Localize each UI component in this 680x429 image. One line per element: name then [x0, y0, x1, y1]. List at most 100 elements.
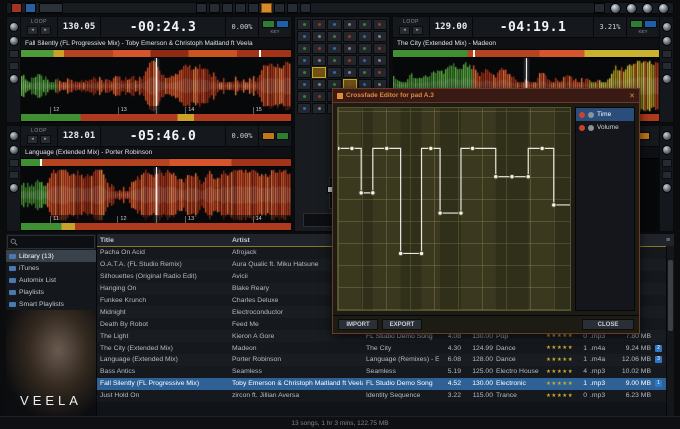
mixer-pad[interactable] [312, 55, 326, 66]
video-view-icon[interactable] [209, 3, 220, 13]
mixer-pad[interactable] [373, 31, 387, 42]
fx-button[interactable] [9, 62, 19, 70]
sidebar-item[interactable]: Playlists [6, 286, 96, 298]
deck-a-waveform[interactable]: 12131415 [21, 58, 291, 114]
loop-half-button[interactable]: ◂ [399, 26, 410, 35]
mixer-pad[interactable] [358, 19, 372, 30]
tempo-button[interactable] [262, 132, 275, 140]
mixer-pad[interactable] [297, 55, 311, 66]
filter-knob[interactable] [662, 22, 672, 32]
mixer-pad[interactable] [358, 67, 372, 78]
gain-knob[interactable] [9, 36, 19, 46]
automation-grid[interactable] [337, 107, 571, 311]
close-button[interactable]: CLOSE [582, 319, 634, 330]
mixer-pad[interactable] [297, 67, 311, 78]
column-options-icon[interactable]: ≡ [662, 237, 674, 244]
mixer-pad[interactable] [373, 55, 387, 66]
sync-button[interactable] [262, 20, 275, 28]
mic-volume-knob[interactable] [658, 3, 669, 14]
mixer-pad[interactable] [312, 79, 326, 90]
master-volume-knob[interactable] [610, 3, 621, 14]
mixer-pad[interactable] [373, 67, 387, 78]
deck-a-overview[interactable] [21, 50, 291, 58]
settings-button[interactable] [39, 3, 63, 13]
mixer-pad[interactable] [327, 19, 341, 30]
mixer-pad[interactable] [358, 55, 372, 66]
mixer-pad[interactable] [312, 91, 326, 102]
mixer-pad[interactable] [327, 31, 341, 42]
loop-half-button[interactable]: ◂ [27, 135, 38, 144]
eq-knob[interactable] [662, 183, 672, 193]
deck-b-bpm-display[interactable]: 129.00 [430, 17, 473, 37]
mixer-pad[interactable] [373, 43, 387, 54]
sidebar-item[interactable]: Automix List [6, 274, 96, 286]
deck-c-overview[interactable] [21, 159, 291, 167]
headphone-volume-knob[interactable] [626, 3, 637, 14]
mixer-pad[interactable] [358, 43, 372, 54]
mixer-pad[interactable] [312, 43, 326, 54]
mixer-view-icon[interactable] [196, 3, 207, 13]
grid-view-icon[interactable] [300, 3, 311, 13]
mixer-pad[interactable] [373, 19, 387, 30]
mixer-pad[interactable] [343, 19, 357, 30]
master-button[interactable] [276, 20, 289, 28]
table-scrollbar[interactable] [666, 246, 674, 416]
mixer-pad[interactable] [297, 43, 311, 54]
eq-knob[interactable] [662, 74, 672, 84]
sync-button[interactable] [276, 132, 289, 140]
mixer-pad[interactable] [312, 19, 326, 30]
filter-knob[interactable] [662, 131, 672, 141]
automation-envelope[interactable] [338, 108, 570, 310]
sync-button[interactable] [630, 20, 643, 28]
loop-double-button[interactable]: ▸ [40, 135, 51, 144]
mixer-pad[interactable] [343, 67, 357, 78]
master-view-icon[interactable] [235, 3, 246, 13]
master-button[interactable] [644, 20, 657, 28]
sampler-view-icon[interactable] [248, 3, 259, 13]
gain-knob[interactable] [662, 145, 672, 155]
deck-b-overview[interactable] [393, 50, 659, 58]
search-bar[interactable] [7, 235, 95, 249]
fx-button[interactable] [9, 171, 19, 179]
pfl-button[interactable] [9, 50, 19, 58]
close-icon[interactable]: ✕ [629, 92, 635, 100]
mixer-pad[interactable] [343, 55, 357, 66]
table-row[interactable]: Just Hold Onzircon ft. Jillian AversaIde… [97, 390, 674, 402]
mixer-pad[interactable] [297, 31, 311, 42]
table-row[interactable]: Fall Silently (FL Progressive Mix)Toby E… [97, 378, 674, 390]
table-row[interactable]: The City (Extended Mix)MadeonThe City 4.… [97, 342, 674, 354]
eq-knob[interactable] [9, 183, 19, 193]
mixer-pad[interactable] [297, 91, 311, 102]
scratch-view-icon[interactable] [222, 3, 233, 13]
mixer-pad[interactable] [312, 103, 326, 114]
column-title[interactable]: Title [97, 237, 229, 244]
mixer-pad[interactable] [343, 31, 357, 42]
mixer-pad[interactable] [297, 103, 311, 114]
loop-double-button[interactable]: ▸ [412, 26, 423, 35]
export-button[interactable]: EXPORT [382, 319, 422, 330]
cue-mix-knob[interactable] [642, 3, 653, 14]
filter-knob[interactable] [9, 131, 19, 141]
logo-icon[interactable] [11, 3, 22, 13]
pfl-button[interactable] [662, 159, 672, 167]
import-button[interactable]: IMPORT [338, 319, 378, 330]
mixer-pad[interactable] [358, 31, 372, 42]
browser-view-icon[interactable] [261, 3, 272, 13]
search-input[interactable] [20, 238, 92, 247]
loop-half-button[interactable]: ◂ [27, 26, 38, 35]
envelope-property[interactable]: Volume [576, 121, 634, 134]
sidebar-item[interactable]: Library (13) [6, 250, 96, 262]
table-row[interactable]: Bass AnticsSeamlessSeamless 5.19125.00El… [97, 366, 674, 378]
mixer-pad[interactable] [312, 31, 326, 42]
eq-knob[interactable] [9, 74, 19, 84]
effects-view-icon[interactable] [274, 3, 285, 13]
deck-c-waveform[interactable]: 11121314 [21, 167, 291, 223]
deck-c-bpm-display[interactable]: 128.01 [58, 126, 101, 146]
gain-knob[interactable] [9, 145, 19, 155]
mixer-pad[interactable] [343, 43, 357, 54]
record-icon[interactable] [25, 3, 36, 13]
popup-titlebar[interactable]: Crossfade Editor for pad A.3 ✕ [333, 89, 639, 103]
pfl-button[interactable] [662, 50, 672, 58]
fx-button[interactable] [662, 171, 672, 179]
mixer-pad[interactable] [312, 67, 326, 78]
